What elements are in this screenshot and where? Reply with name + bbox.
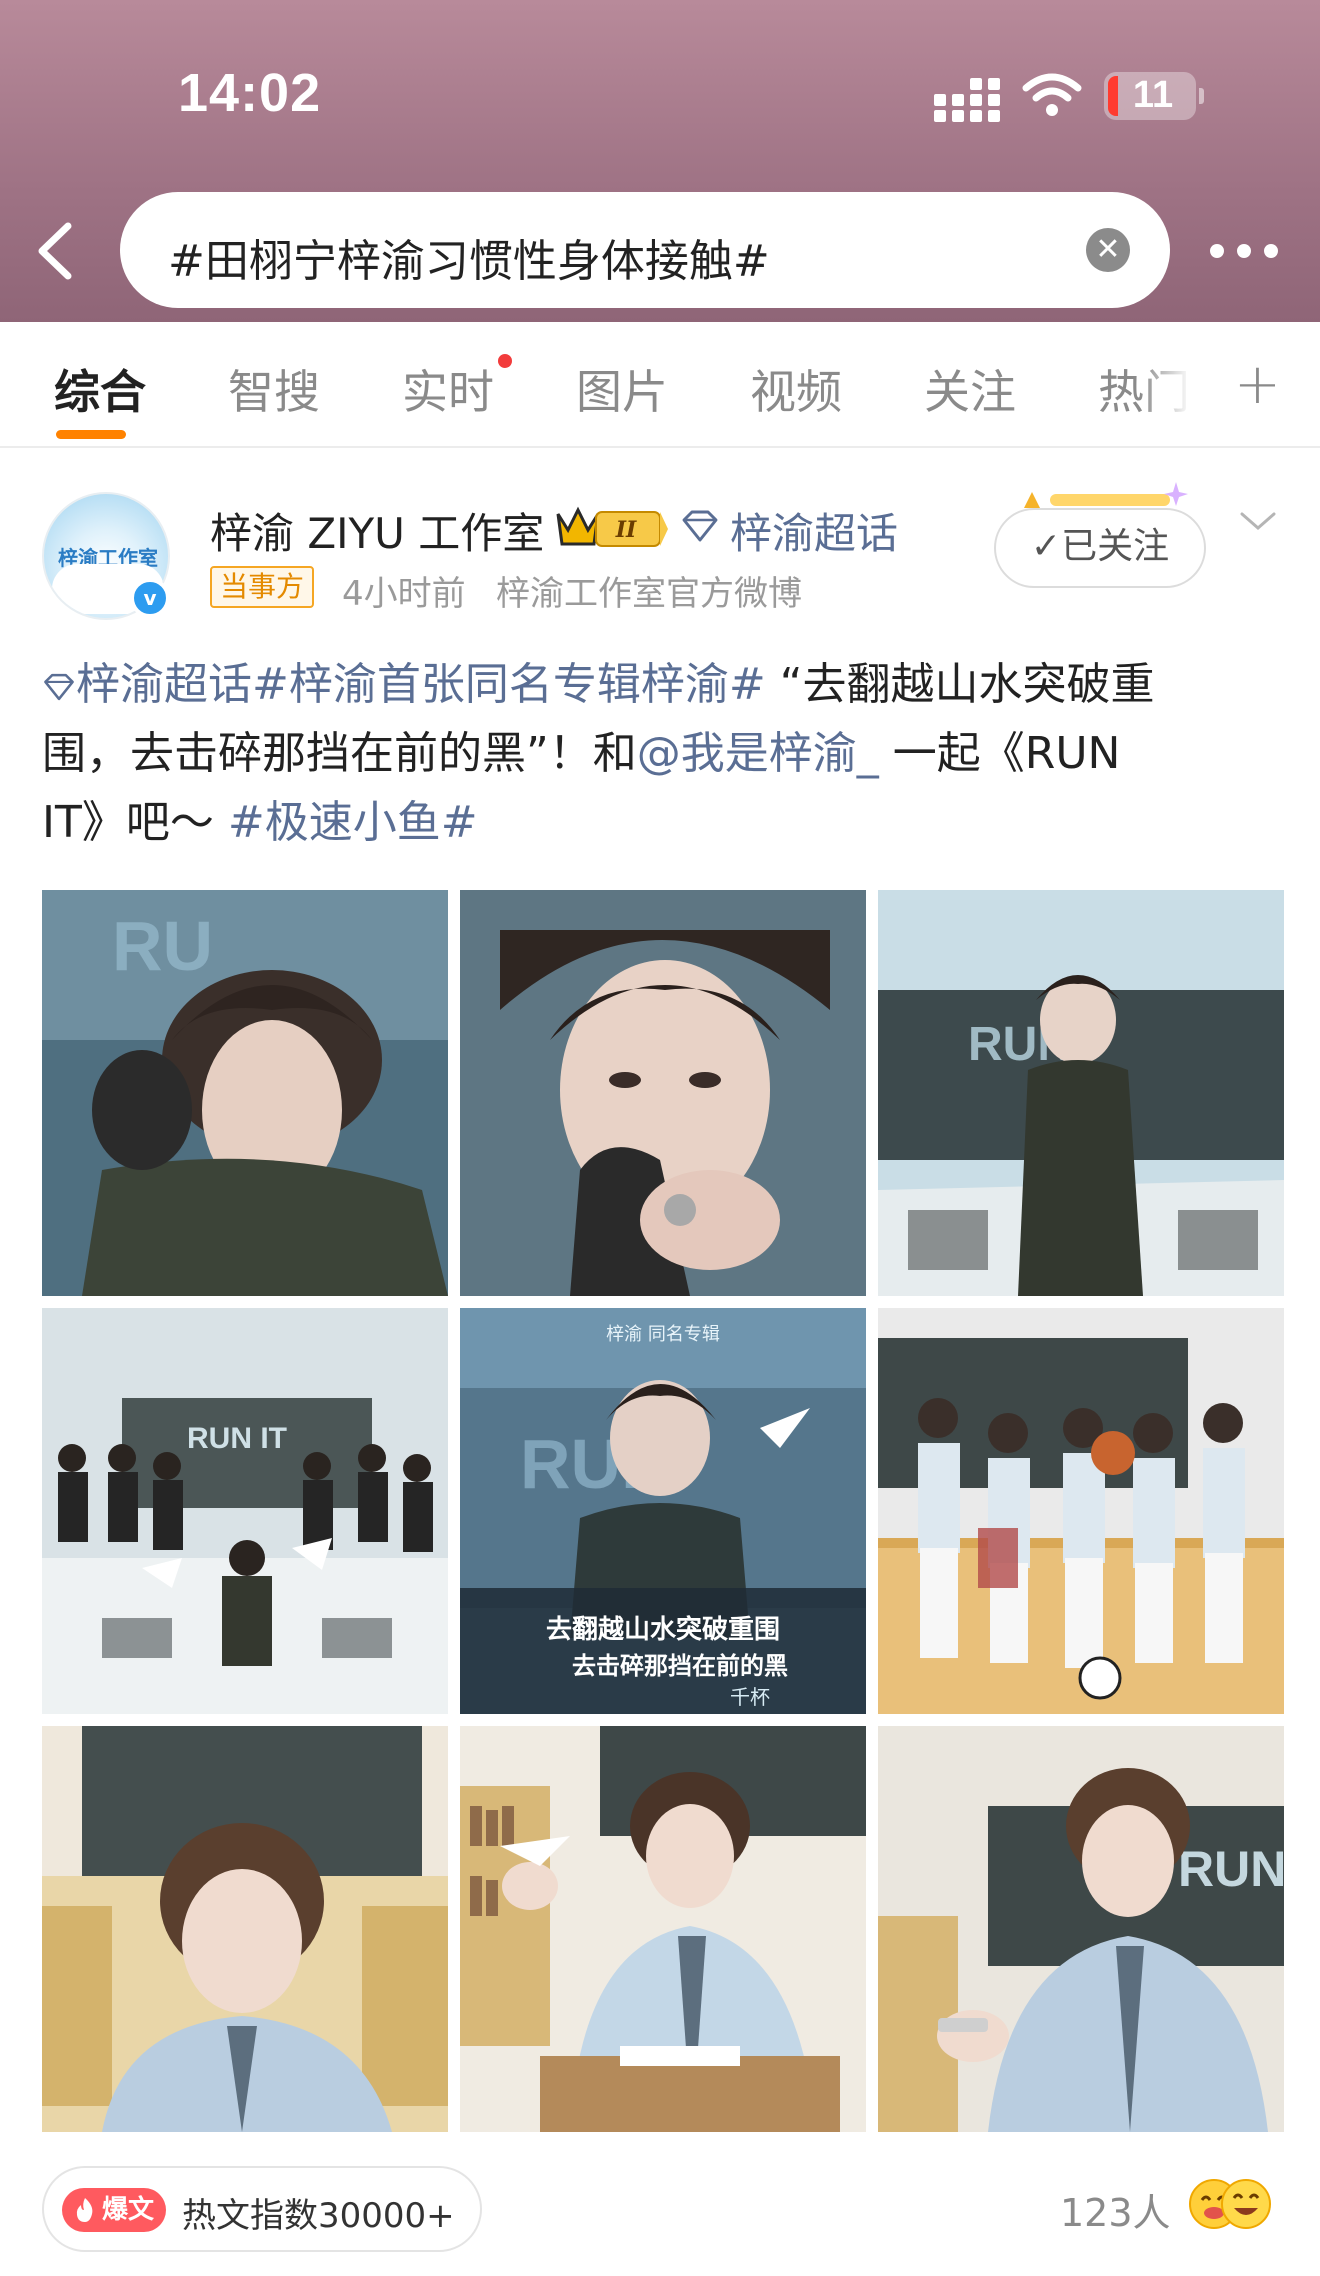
post-text-segment: “去翻越山水突破重 [765, 659, 1155, 710]
reaction-count[interactable]: 123人 [1060, 2182, 1171, 2237]
poster-line-2: 去击碎那挡在前的黑 [572, 1651, 788, 1680]
back-arrow-icon[interactable] [28, 216, 84, 286]
tab-realtime[interactable]: 实时 [402, 356, 494, 422]
clear-icon[interactable]: ✕ [1086, 228, 1130, 272]
verified-badge-icon: v [130, 578, 170, 618]
chalkboard-text: RUN IT [187, 1422, 287, 1455]
svg-text:II: II [615, 517, 637, 543]
following-button[interactable]: ✓已关注 [994, 508, 1206, 588]
post-image-5[interactable]: RUN 梓渝 同名专辑 去翻越山水突破重围 去击碎那挡在前的黑 千杯 [460, 1308, 866, 1714]
flame-icon [76, 2198, 93, 2222]
poster-header: 梓渝 同名专辑 [606, 1324, 720, 1345]
post-image-2[interactable] [460, 890, 866, 1296]
battery-icon: 11 [1104, 72, 1204, 120]
hot-index-pill[interactable]: 爆文 热文指数30000+ [42, 2166, 482, 2252]
more-icon[interactable] [1210, 232, 1278, 272]
poster-signature: 千杯 [730, 1685, 770, 1709]
search-query: #田栩宁梓渝习惯性身体接触# [168, 236, 770, 287]
post-time: 4小时前 [342, 574, 466, 614]
app-header: 14:02 11 #田栩宁梓渝习惯性身体接触# ✕ [0, 0, 1320, 322]
hot-index-text: 热文指数30000+ [182, 2196, 455, 2236]
tab-videos[interactable]: 视频 [750, 356, 842, 422]
chevron-down-icon[interactable] [1238, 506, 1278, 536]
tab-bar: 综合 智搜 实时 图片 视频 关注 热门 + [0, 322, 1320, 448]
super-topic-tag[interactable]: 梓渝超话 [76, 659, 252, 710]
hashtag-fast-fish[interactable]: #极速小鱼# [228, 797, 478, 848]
battery-level: 11 [1132, 74, 1174, 116]
user-mention[interactable]: @我是梓渝_ [637, 728, 879, 779]
hot-post-badge: 爆文 [62, 2188, 166, 2232]
search-input[interactable]: #田栩宁梓渝习惯性身体接触# ✕ [120, 192, 1170, 308]
svg-text:RU: RU [112, 907, 213, 985]
post-image-7[interactable] [42, 1726, 448, 2132]
crown-level-icon: II [556, 506, 668, 547]
party-badge: 当事方 [210, 566, 315, 608]
post-image-3[interactable]: RUN [878, 890, 1284, 1296]
super-topic-link[interactable]: 梓渝超话 [730, 500, 898, 561]
status-time: 14:02 [178, 63, 322, 123]
tab-comprehensive[interactable]: 综合 [54, 356, 146, 422]
post-image-4[interactable]: RUN IT [42, 1308, 448, 1714]
post-image-9[interactable]: RUN [878, 1726, 1284, 2132]
post-image-8[interactable] [460, 1726, 866, 2132]
reaction-emoji-icon[interactable] [1186, 2176, 1276, 2232]
post-text-segment: 一起《RUN [878, 728, 1121, 779]
check-icon: ✓ [1030, 526, 1062, 567]
post-image-1[interactable]: RU [42, 890, 448, 1296]
super-topic-diamond-icon [682, 510, 718, 542]
author-name[interactable]: 梓渝 ZIYU 工作室 [210, 500, 544, 561]
realtime-notification-dot [498, 354, 512, 368]
tab-pictures[interactable]: 图片 [576, 356, 668, 422]
poster-line-1: 去翻越山水突破重围 [546, 1614, 780, 1645]
tab-following[interactable]: 关注 [924, 356, 1016, 422]
add-tab-button[interactable]: + [1234, 352, 1281, 417]
post-source: 梓渝工作室官方微博 [496, 574, 802, 614]
cellular-signal-icon [934, 78, 1000, 122]
post-text-segment: IT》吧～ [42, 797, 228, 848]
active-tab-indicator [56, 430, 126, 439]
post-text-segment: 围，去击碎那挡在前的黑”！和 [42, 728, 637, 779]
chalkboard-text: RUN [1178, 1841, 1284, 1897]
super-topic-diamond-icon [44, 673, 74, 701]
post-image-6[interactable] [878, 1308, 1284, 1714]
wifi-icon [1022, 73, 1082, 116]
tab-smart-search[interactable]: 智搜 [228, 356, 320, 422]
hashtag-album[interactable]: #梓渝首张同名专辑梓渝# [252, 659, 766, 710]
